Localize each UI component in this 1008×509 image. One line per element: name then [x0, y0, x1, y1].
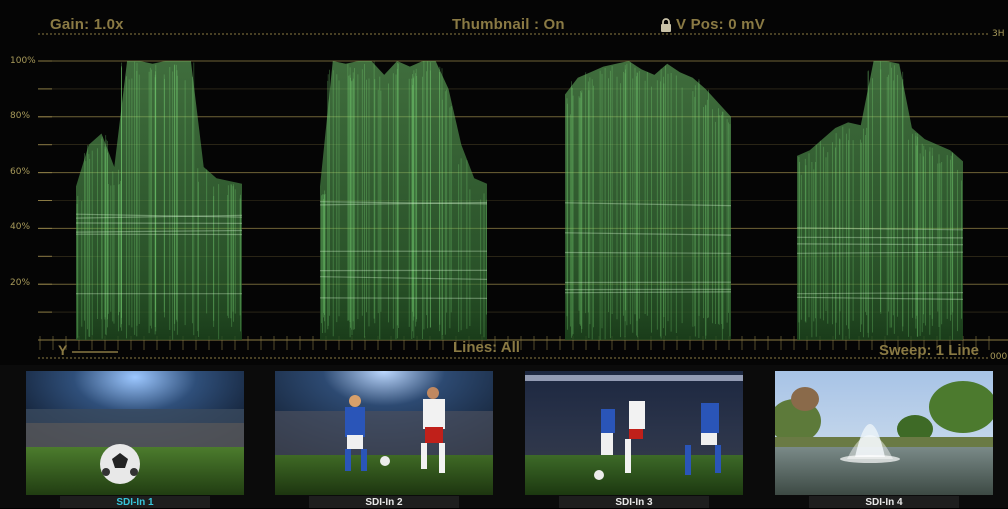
waveform-trace-band: [565, 292, 731, 293]
scale-label-100: 100%: [10, 56, 36, 66]
vpos-readout: V Pos: 0 mV: [660, 16, 765, 33]
sweep-mode: Sweep: 1 Line: [879, 342, 979, 359]
input-label-sdi-in-3[interactable]: SDI-In 3: [559, 496, 709, 508]
thumbnail-sdi-in-4[interactable]: [775, 371, 993, 495]
waveform-trace-band: [320, 298, 487, 299]
input-label-sdi-in-2[interactable]: SDI-In 2: [309, 496, 459, 508]
thumbnail-sdi-in-3[interactable]: [525, 371, 743, 495]
thumbnail-status: Thumbnail : On: [452, 16, 565, 33]
scale-right-bottom: 000: [990, 352, 1007, 362]
waveform-monitor-screen: Gain: 1.0x Thumbnail : On V Pos: 0 mV 10…: [0, 0, 1008, 508]
scale-label-80: 80%: [10, 111, 30, 121]
lock-icon: [660, 18, 672, 32]
scale-label-20: 20%: [10, 278, 30, 288]
thumbnail-sdi-in-2[interactable]: [275, 371, 493, 495]
waveform-display[interactable]: Gain: 1.0x Thumbnail : On V Pos: 0 mV 10…: [0, 0, 1008, 365]
scale-right-top: 3H: [992, 29, 1005, 39]
thumbnail-strip: SDI-In 1: [0, 365, 1008, 508]
input-label-sdi-in-4[interactable]: SDI-In 4: [809, 496, 959, 508]
gain-readout: Gain: 1.0x: [50, 16, 124, 33]
scale-label-40: 40%: [10, 222, 30, 232]
waveform-trace-band: [797, 237, 963, 238]
scale-label-60: 60%: [10, 167, 30, 177]
channel-label: Y: [58, 342, 67, 358]
vpos-label: V Pos: 0 mV: [676, 16, 765, 33]
waveform-trace: [76, 61, 242, 340]
waveform-trace-band: [797, 244, 963, 245]
thumbnail-sdi-in-1[interactable]: [26, 371, 244, 495]
waveform-trace-band: [565, 253, 731, 254]
lines-mode: Lines: All: [453, 339, 520, 356]
input-label-sdi-in-1[interactable]: SDI-In 1: [60, 496, 210, 508]
waveform-trace-canvas: [0, 0, 1008, 365]
